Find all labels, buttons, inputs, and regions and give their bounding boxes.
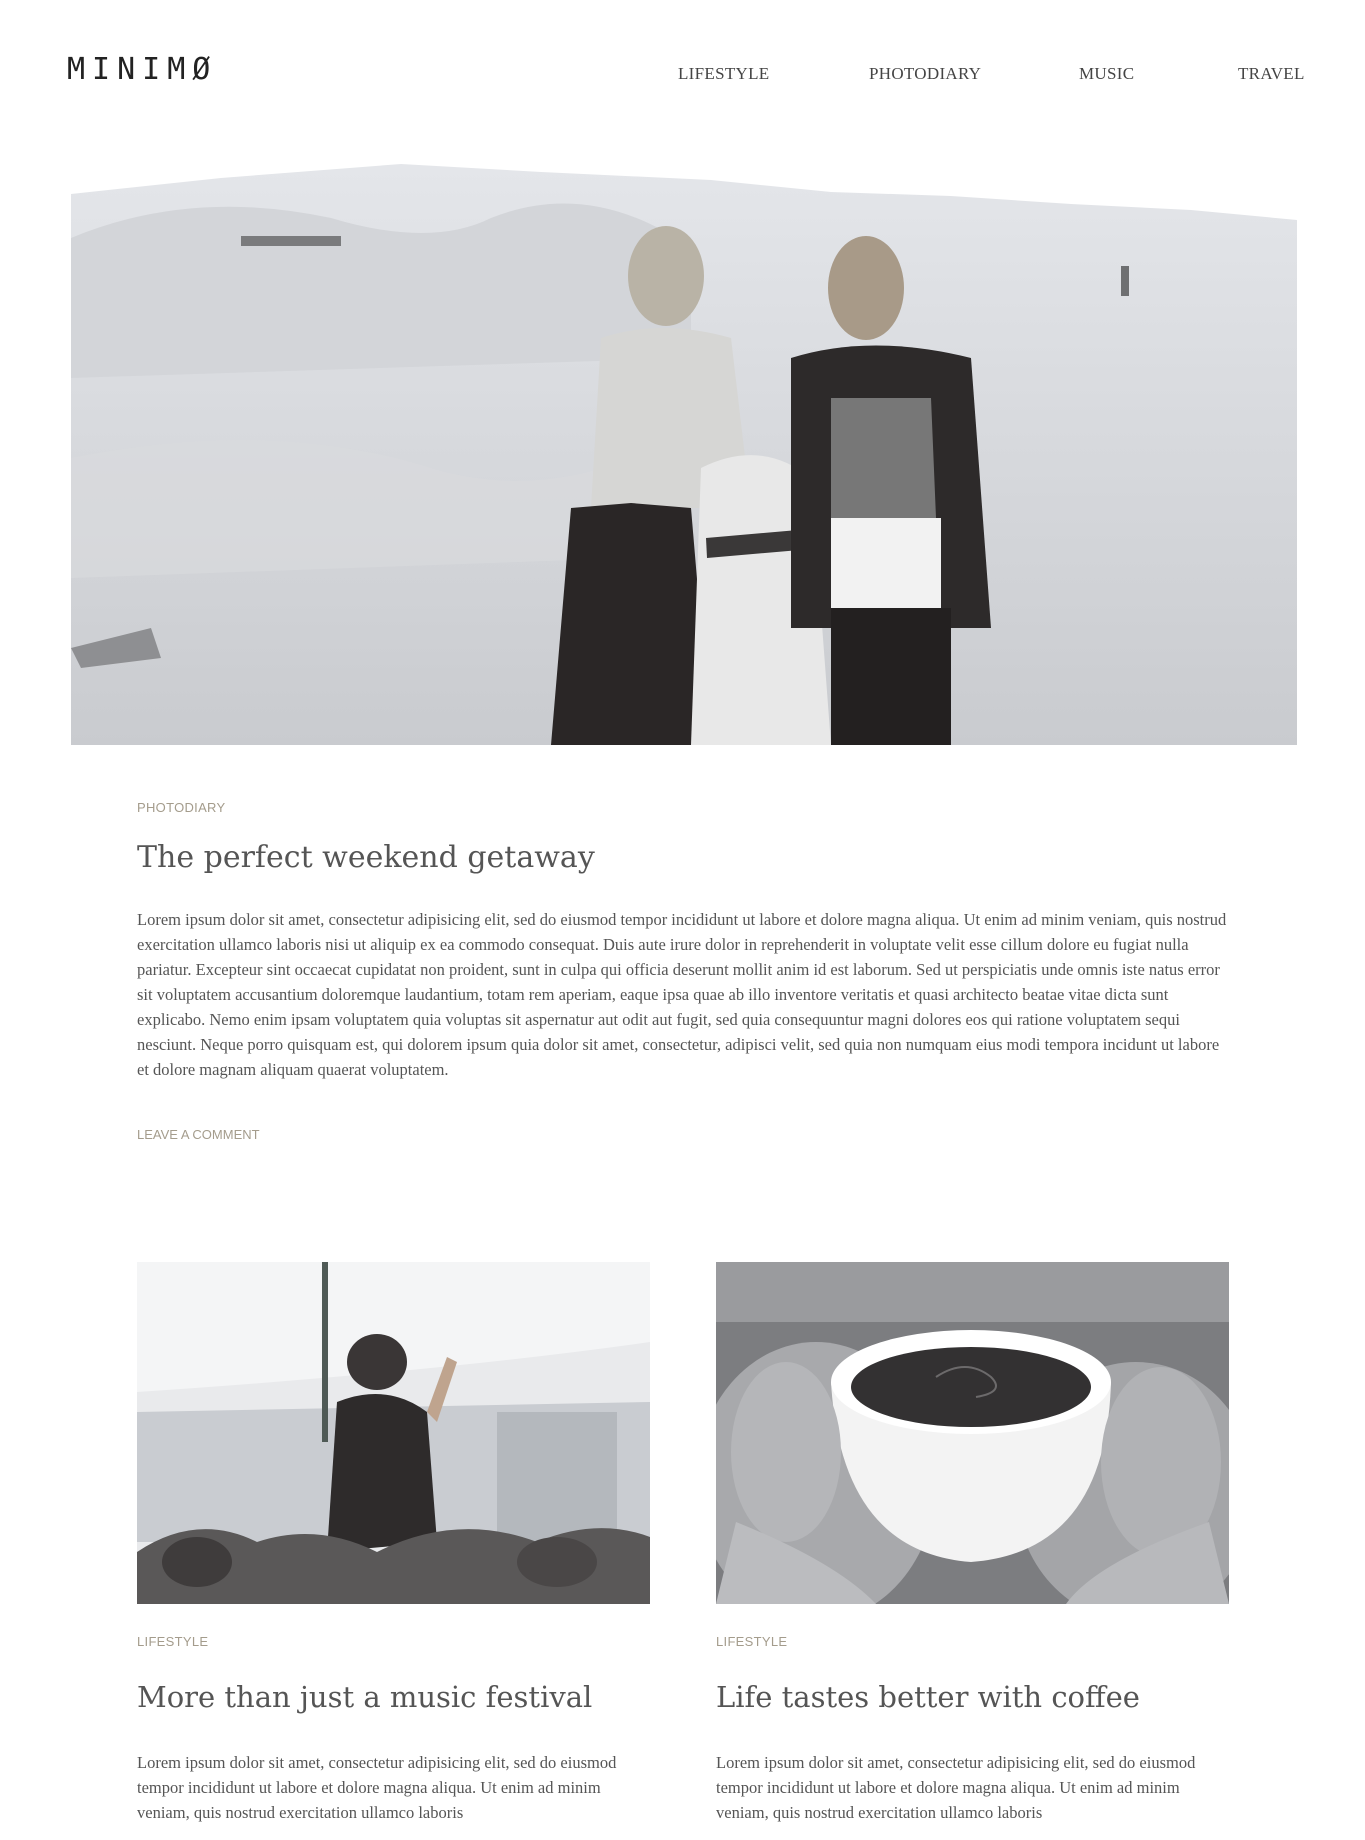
featured-post-title[interactable]: The perfect weekend getaway bbox=[137, 840, 595, 875]
nav-item-photodiary[interactable]: PHOTODIARY bbox=[869, 64, 981, 84]
featured-post-excerpt: Lorem ipsum dolor sit amet, consectetur … bbox=[137, 910, 1227, 1079]
post-card-image-festival[interactable] bbox=[137, 1262, 650, 1604]
featured-post-category[interactable]: PHOTODIARY bbox=[137, 800, 225, 815]
featured-post-image[interactable] bbox=[71, 158, 1297, 745]
main-nav: LIFESTYLE PHOTODIARY MUSIC TRAVEL bbox=[0, 64, 1365, 88]
post-card-image-coffee[interactable] bbox=[716, 1262, 1229, 1604]
post-card-category[interactable]: LIFESTYLE bbox=[716, 1634, 787, 1649]
post-card-title[interactable]: Life tastes better with coffee bbox=[716, 1680, 1140, 1714]
post-card-title[interactable]: More than just a music festival bbox=[137, 1680, 592, 1714]
nav-item-music[interactable]: MUSIC bbox=[1079, 64, 1134, 84]
post-card-excerpt: Lorem ipsum dolor sit amet, consectetur … bbox=[137, 1753, 617, 1822]
post-card-excerpt: Lorem ipsum dolor sit amet, consectetur … bbox=[716, 1753, 1196, 1822]
nav-item-lifestyle[interactable]: LIFESTYLE bbox=[678, 64, 769, 84]
leave-comment-link[interactable]: LEAVE A COMMENT bbox=[137, 1127, 260, 1142]
nav-item-travel[interactable]: TRAVEL bbox=[1238, 64, 1305, 84]
blog-page: MINIMØ LIFESTYLE PHOTODIARY MUSIC TRAVEL bbox=[0, 0, 1365, 1840]
post-card-category[interactable]: LIFESTYLE bbox=[137, 1634, 208, 1649]
